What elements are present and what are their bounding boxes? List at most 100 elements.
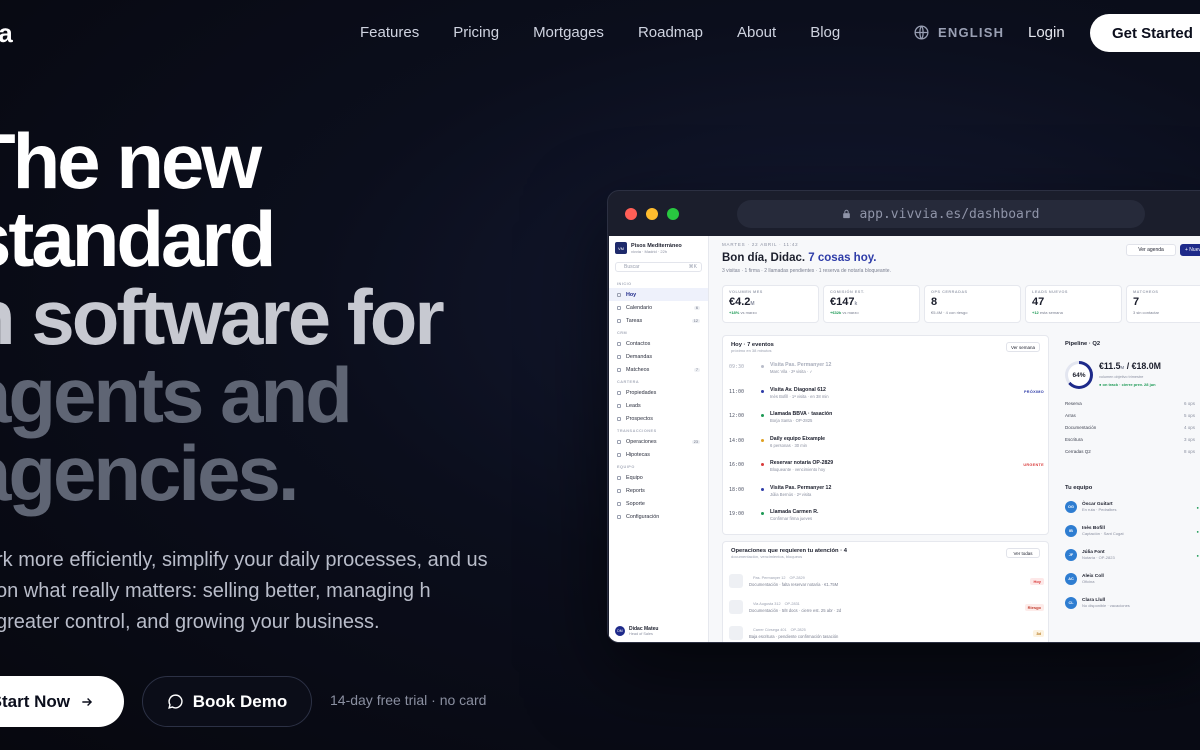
nav-item-icon (617, 403, 621, 408)
kpi-card: VOLUMEN MES €4.2M +18% vs marzo (722, 285, 819, 323)
kpi-value-unit: M (750, 301, 755, 307)
book-demo-button[interactable]: Book Demo (142, 676, 312, 727)
hero-headline: The new standard n software for agents a… (0, 122, 445, 512)
team-member: AC Aleix Coll Oficina (1065, 573, 1200, 585)
nav-link-blog[interactable]: Blog (810, 24, 840, 41)
nav-item-icon (617, 488, 621, 493)
operation-name: Via Augusta 312 (753, 602, 781, 606)
nav-link-features[interactable]: Features (360, 24, 419, 41)
sidebar-item: Equipo (609, 471, 708, 484)
sidebar-item-label: Equipo (626, 474, 643, 481)
brand-logo[interactable]: ia (0, 18, 13, 49)
stage-label: Documentación (1065, 425, 1097, 430)
start-now-label: Start Now (0, 691, 70, 711)
event-title: Visita Pas. Permanyer 12 (770, 484, 832, 491)
nav-link-roadmap[interactable]: Roadmap (638, 24, 703, 41)
view-agenda-button: Ver agenda (1126, 244, 1176, 256)
kpi-sub: +18% vs marzo (729, 310, 812, 315)
date-line: MARTES · 22 ABRIL · 11:42 (722, 242, 799, 247)
member-body: Júlia Font Notaría · OP-2823 (1082, 550, 1115, 560)
sidebar-item-label: Contactos (626, 340, 651, 347)
kpi-value-number: 7 (1133, 296, 1140, 308)
event-time: 16:00 (729, 462, 745, 468)
kpi-sub-text: esta semana (1039, 310, 1063, 315)
event-marker (761, 512, 764, 515)
sidebar-item-label: Soporte (626, 500, 645, 507)
nav-item-icon (617, 514, 621, 519)
operation-row: Via Augusta 312 OP-2831 Documentación · 5/… (729, 596, 1044, 618)
agenda-event: 12:00 Llamada BBVA · tasación Borja Santa … (729, 411, 1044, 423)
agenda-event: 11:00 Visita Av. Diagonal 612 Inès Bofill … (729, 387, 1044, 399)
kpi-value: 7 (1133, 296, 1200, 308)
member-status: ● Ac (1196, 552, 1200, 558)
operation-title: Pas. Permanyer 12 OP-2829 (749, 575, 838, 581)
kpi-value: €147k (830, 296, 913, 308)
event-marker (761, 414, 764, 417)
kpi-label: LEADS NUEVOS (1032, 290, 1068, 294)
event-marker (761, 463, 764, 466)
sidebar-item: Prospectos (609, 412, 708, 425)
nav-item-icon (617, 354, 621, 359)
nav-link-about[interactable]: About (737, 24, 776, 41)
member-avatar: IB (1065, 525, 1077, 537)
kpi-sub: +€32k vs marzo (830, 310, 913, 315)
team-member: JF Júlia FontNotaría · OP-2823 ● Ac (1065, 549, 1200, 561)
sidebar-section-label: INICIO (617, 282, 632, 286)
kpi-sub-text: vs marzo (842, 310, 859, 315)
member-role: En ruta · Pedralbes (1082, 507, 1117, 512)
dashboard-preview-window: app.vivvia.es/dashboard VM Pisos Mediter… (607, 190, 1200, 643)
member-role: Captación · Sant Cugat (1082, 531, 1124, 536)
operation-sub: Baja escritura · pendiente confirmación … (749, 634, 839, 639)
event-title: Reservar notaría OP-2829 (770, 460, 834, 466)
nav-link-mortgages[interactable]: Mortgages (533, 24, 604, 41)
greeting-highlight: 7 cosas hoy. (808, 252, 877, 264)
arrow-right-icon (82, 697, 93, 706)
team-member: OG Òscar GuitartEn ruta · Pedralbes ● Ac (1065, 501, 1200, 513)
hero-subtitle: rk more efficiently, simplify your daily… (0, 549, 488, 633)
operation-body: Via Augusta 312 OP-2831 Documentación · 5/… (749, 601, 841, 613)
event-sub: Marc Vila · 2ª visita · ✓ (770, 369, 813, 374)
sidebar-item: Calendario 6 (609, 301, 708, 314)
nav-item-icon (617, 452, 621, 457)
member-avatar: OG (1065, 501, 1077, 513)
nav-item-icon (617, 292, 621, 297)
kpi-card: COMISIÓN EST. €147k +€32k vs marzo (823, 285, 920, 323)
language-switcher[interactable]: ENGLISH (913, 24, 1004, 41)
stage-count: 5 ops (1183, 413, 1195, 418)
sidebar-user: DM Didac Mateu Head of Sales (615, 626, 658, 636)
event-sub: Júlia Bernús · 2ª visita (770, 491, 812, 497)
agenda-event: 16:00 Reservar notaría OP-2829 Bloqueante … (729, 460, 1044, 472)
get-started-button[interactable]: Get Started (1090, 14, 1200, 52)
nav-item-icon (617, 439, 621, 444)
agenda-event: 18:00 Visita Pas. Permanyer 12 Júlia Bernú… (729, 485, 1044, 497)
nav-item-icon (617, 475, 621, 480)
member-status: ● Ac (1196, 504, 1200, 510)
sidebar-search-shortcut: ⌘K (688, 264, 697, 270)
operation-thumbnail (729, 600, 743, 614)
operation-body: Carrer Còrsega 401 OP-2825 Baja escritura … (749, 627, 838, 639)
sidebar-item-label: Operaciones (626, 438, 657, 445)
start-now-button[interactable]: Start Now (0, 676, 124, 727)
pipeline-volume-value: €11.5 (1099, 361, 1121, 371)
event-body: Visita Pas. Permanyer 12 Marc Vila · 2ª v… (770, 362, 831, 374)
event-sub: Confirmar firma jueves (770, 516, 813, 521)
pipeline-panel: Pipeline · Q2 64% €11.5M / €18.0M volume… (1057, 335, 1200, 642)
sidebar-item-count: 6 (693, 305, 700, 310)
user-role: Head of Sales (629, 632, 653, 636)
member-avatar: AC (1065, 573, 1077, 585)
sidebar-item: Matcheos 7 (609, 363, 708, 376)
member-avatar: CL (1065, 597, 1077, 609)
event-title: Daily equipo Eixample (770, 435, 826, 442)
sidebar-item-count: 7 (693, 367, 700, 372)
nav-link-pricing[interactable]: Pricing (453, 24, 499, 41)
pipeline-volume: €11.5M / €18.0M (1099, 361, 1161, 371)
maximize-dot-icon (667, 207, 679, 220)
operation-code: OP-2829 (789, 576, 805, 580)
pipeline-stage: Cerradas Q2 8 ops (1065, 449, 1195, 454)
login-link[interactable]: Login (1028, 24, 1065, 41)
today-sub: próximo en 38 minutos (731, 348, 772, 353)
member-avatar: JF (1065, 549, 1077, 561)
url-bar: app.vivvia.es/dashboard (737, 200, 1145, 228)
app-main: MARTES · 22 ABRIL · 11:42 Bon día, Didac… (717, 236, 1200, 642)
stage-count: 6 ops (1183, 401, 1195, 406)
